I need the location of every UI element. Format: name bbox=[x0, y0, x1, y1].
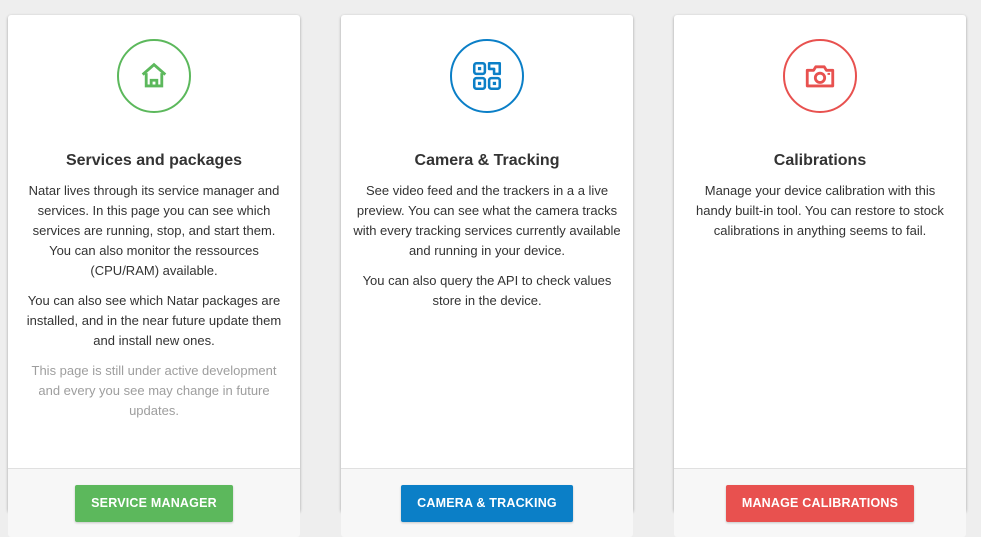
card-title: Camera & Tracking bbox=[414, 152, 560, 169]
card-body: Services and packages Natar lives throug… bbox=[8, 39, 300, 468]
camera-tracking-button[interactable]: CAMERA & TRACKING bbox=[401, 484, 573, 522]
manage-calibrations-button[interactable]: MANAGE CALIBRATIONS bbox=[725, 484, 915, 522]
card-footer: MANAGE CALIBRATIONS bbox=[674, 468, 966, 537]
card-title: Calibrations bbox=[773, 152, 867, 169]
card-footer: SERVICE MANAGER bbox=[8, 468, 300, 537]
card-footer: CAMERA & TRACKING bbox=[341, 468, 633, 537]
card-title: Services and packages bbox=[65, 152, 243, 169]
services-card: Services and packages Natar lives throug… bbox=[8, 15, 300, 537]
card-note: This page is still under active developm… bbox=[31, 363, 277, 418]
card-body: Camera & Tracking See video feed and the… bbox=[341, 39, 633, 468]
card-body: Calibrations Manage your device calibrat… bbox=[674, 39, 966, 468]
camera-icon bbox=[783, 39, 857, 113]
home-icon bbox=[117, 39, 191, 113]
camera-tracking-card: Camera & Tracking See video feed and the… bbox=[341, 15, 633, 537]
service-manager-button[interactable]: SERVICE MANAGER bbox=[75, 484, 233, 522]
card-description: You can also query the API to check valu… bbox=[362, 273, 612, 308]
card-description: Natar lives through its service manager … bbox=[28, 183, 280, 278]
card-description: Manage your device calibration with this… bbox=[696, 183, 944, 238]
card-description: See video feed and the trackers in a a l… bbox=[353, 183, 621, 258]
qr-code-icon bbox=[450, 39, 524, 113]
card-description: You can also see which Natar packages ar… bbox=[26, 293, 282, 348]
calibrations-card: Calibrations Manage your device calibrat… bbox=[674, 15, 966, 537]
